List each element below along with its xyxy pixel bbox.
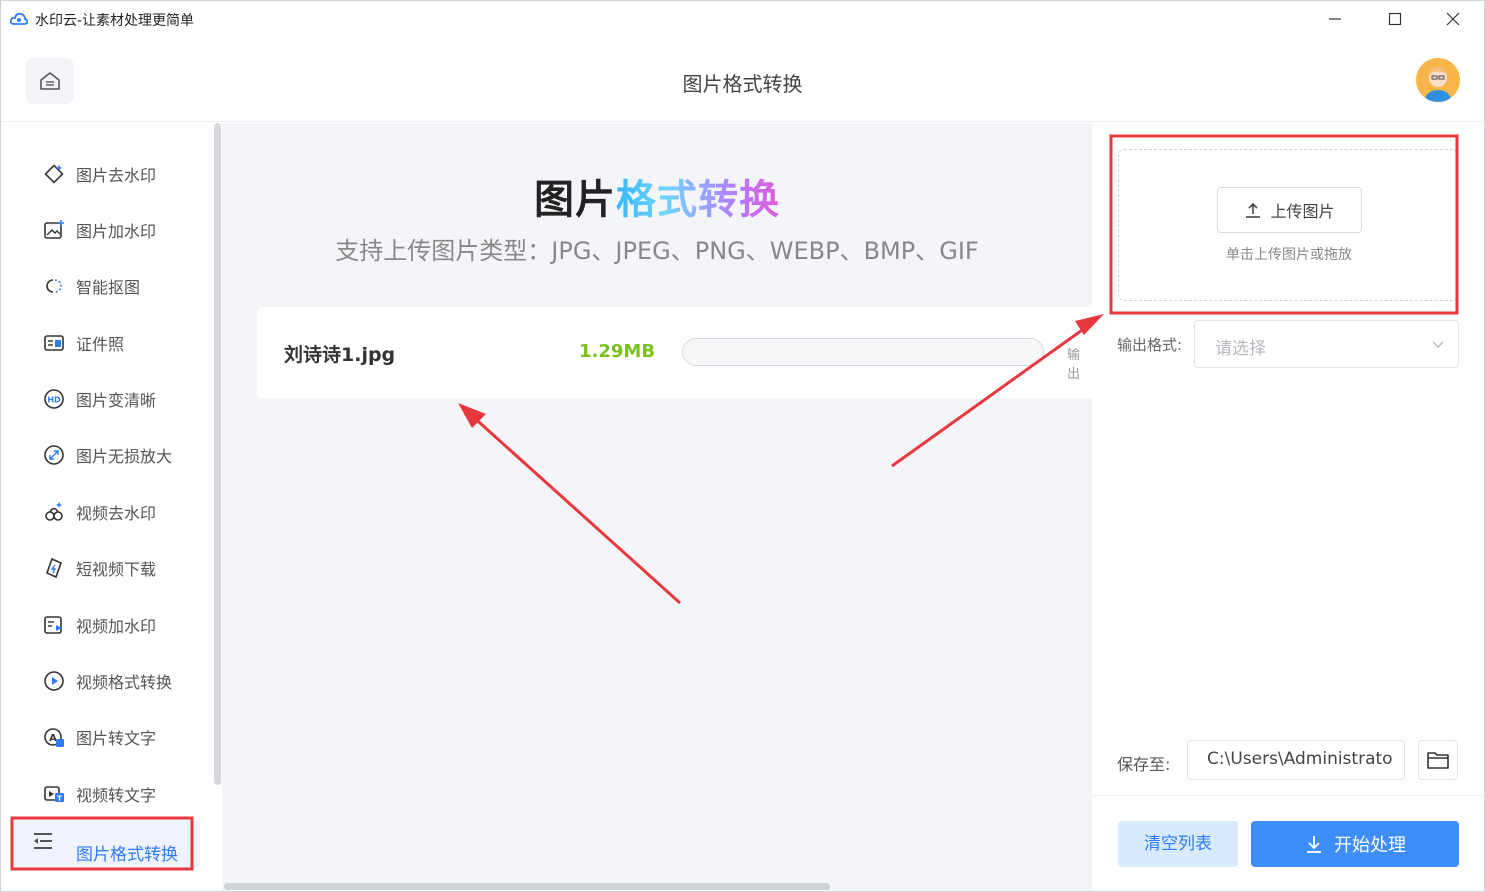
sidebar-item-video-watermark-remove[interactable]: 视频去水印 [42,497,156,527]
sidebar-item-label: 图片无损放大 [76,447,173,466]
avatar-icon [1416,58,1460,102]
video-download-icon [42,556,66,580]
eraser-icon [42,162,66,186]
video-text-icon: T [42,782,66,806]
maximize-icon [1388,12,1402,26]
close-button[interactable] [1428,4,1478,34]
save-to-label: 保存至: [1117,755,1171,774]
start-process-label: 开始处理 [1334,835,1406,856]
upload-button-label: 上传图片 [1270,202,1335,221]
hero-title: 图片格式转换 [222,167,1092,225]
upload-dropzone[interactable]: 上传图片 单击上传图片或拖放 [1118,149,1458,301]
save-path-value: C:\Users\Administrato [1207,749,1393,769]
sidebar-item-sharpen[interactable]: HD 图片变清晰 [42,384,156,414]
hd-icon: HD [42,387,66,411]
file-row: 刘诗诗1.jpg 1.29MB 输出 [257,307,1092,398]
file-name: 刘诗诗1.jpg [284,344,396,366]
main-area: 图片格式转换 支持上传图片类型：JPG、JPEG、PNG、WEBP、BMP、GI… [222,123,1092,892]
app-header: 图片格式转换 [0,38,1485,122]
sidebar-item-label: 图片变清晰 [76,391,157,410]
output-format-placeholder: 请选择 [1215,339,1266,359]
sidebar-item-label: 图片格式转换 [76,844,178,865]
settings-panel: 上传图片 单击上传图片或拖放 输出格式: 请选择 保存至: C:\Users\A… [1092,123,1485,892]
minimize-icon [1329,18,1341,20]
menu-collapse-icon[interactable] [32,831,54,851]
page-title: 图片格式转换 [682,72,803,96]
video-add-icon [42,613,66,637]
supported-types-text: 支持上传图片类型：JPG、JPEG、PNG、WEBP、BMP、GIF [335,237,979,265]
folder-icon [1427,752,1449,769]
chevron-down-icon [1432,341,1444,349]
sidebar-item-label: 视频加水印 [76,617,157,636]
cutout-icon [42,274,66,298]
sidebar-item-watermark-add[interactable]: 图片加水印 [42,215,156,245]
clear-list-button[interactable]: 清空列表 [1118,821,1238,867]
play-circle-icon [42,669,66,693]
svg-text:A: A [49,733,57,744]
action-bar: 清空列表 开始处理 [1092,795,1485,892]
id-card-icon [42,331,66,355]
start-process-button[interactable]: 开始处理 [1251,821,1459,867]
output-format-label: 输出格式: [1117,336,1183,354]
svg-text:T: T [57,795,62,803]
title-bar: 水印云-让素材处理更简单 [0,0,1485,38]
sidebar-item-upscale[interactable]: 图片无损放大 [42,440,172,470]
file-progress-bar [682,338,1044,366]
svg-text:HD: HD [47,396,61,405]
save-path-input[interactable]: C:\Users\Administrato [1187,740,1405,780]
sidebar-item-watermark-remove[interactable]: 图片去水印 [42,159,156,189]
sidebar-item-image-to-text[interactable]: A 图片转文字 [42,722,156,752]
browse-folder-button[interactable] [1418,740,1458,780]
sidebar-item-video-convert[interactable]: 视频格式转换 [42,666,172,696]
upload-button[interactable]: 上传图片 [1217,187,1362,233]
upload-icon [1246,202,1261,218]
image-text-icon: A [42,725,66,749]
sidebar-item-label: 图片加水印 [76,222,157,241]
image-add-icon [42,218,66,242]
file-output-label: 输出 [1067,348,1081,382]
minimize-button[interactable] [1310,4,1360,34]
window-title: 水印云-让素材处理更简单 [35,13,195,29]
sidebar-scrollbar[interactable] [214,123,221,785]
sidebar-item-video-watermark-add[interactable]: 视频加水印 [42,610,156,640]
sidebar-item-label: 视频转文字 [76,786,157,805]
sidebar-item-label: 证件照 [76,335,125,354]
sidebar-item-id-photo[interactable]: 证件照 [42,328,124,358]
upload-hint: 单击上传图片或拖放 [1226,247,1352,263]
sidebar-item-label: 图片转文字 [76,729,157,748]
close-icon [1446,12,1460,26]
download-icon [1307,836,1321,853]
sidebar-item-label: 视频去水印 [76,504,157,523]
sidebar-item-cutout[interactable]: 智能抠图 [42,271,140,301]
file-size: 1.29MB [579,341,656,362]
sidebar-item-video-download[interactable]: 短视频下载 [42,553,156,583]
sidebar-item-label: 视频格式转换 [76,673,173,692]
cloud-logo-icon [10,12,28,25]
sidebar-item-video-to-text[interactable]: T 视频转文字 [42,779,156,809]
user-avatar[interactable] [1416,58,1460,102]
enlarge-icon [42,443,66,467]
sidebar-item-label: 图片去水印 [76,166,157,185]
sidebar: 图片去水印 图片加水印 智能抠图 证件照 HD 图片变清晰 图片无损放大 视频去… [0,123,222,892]
hero-title-colored: 格式转换 [616,177,780,223]
sidebar-item-label: 智能抠图 [76,278,141,297]
output-format-select[interactable]: 请选择 [1194,320,1459,368]
video-eraser-icon [42,500,66,524]
horizontal-scrollbar[interactable] [224,883,830,890]
sidebar-item-label: 短视频下载 [76,560,157,579]
hero-title-plain: 图片 [534,177,616,223]
maximize-button[interactable] [1370,4,1420,34]
